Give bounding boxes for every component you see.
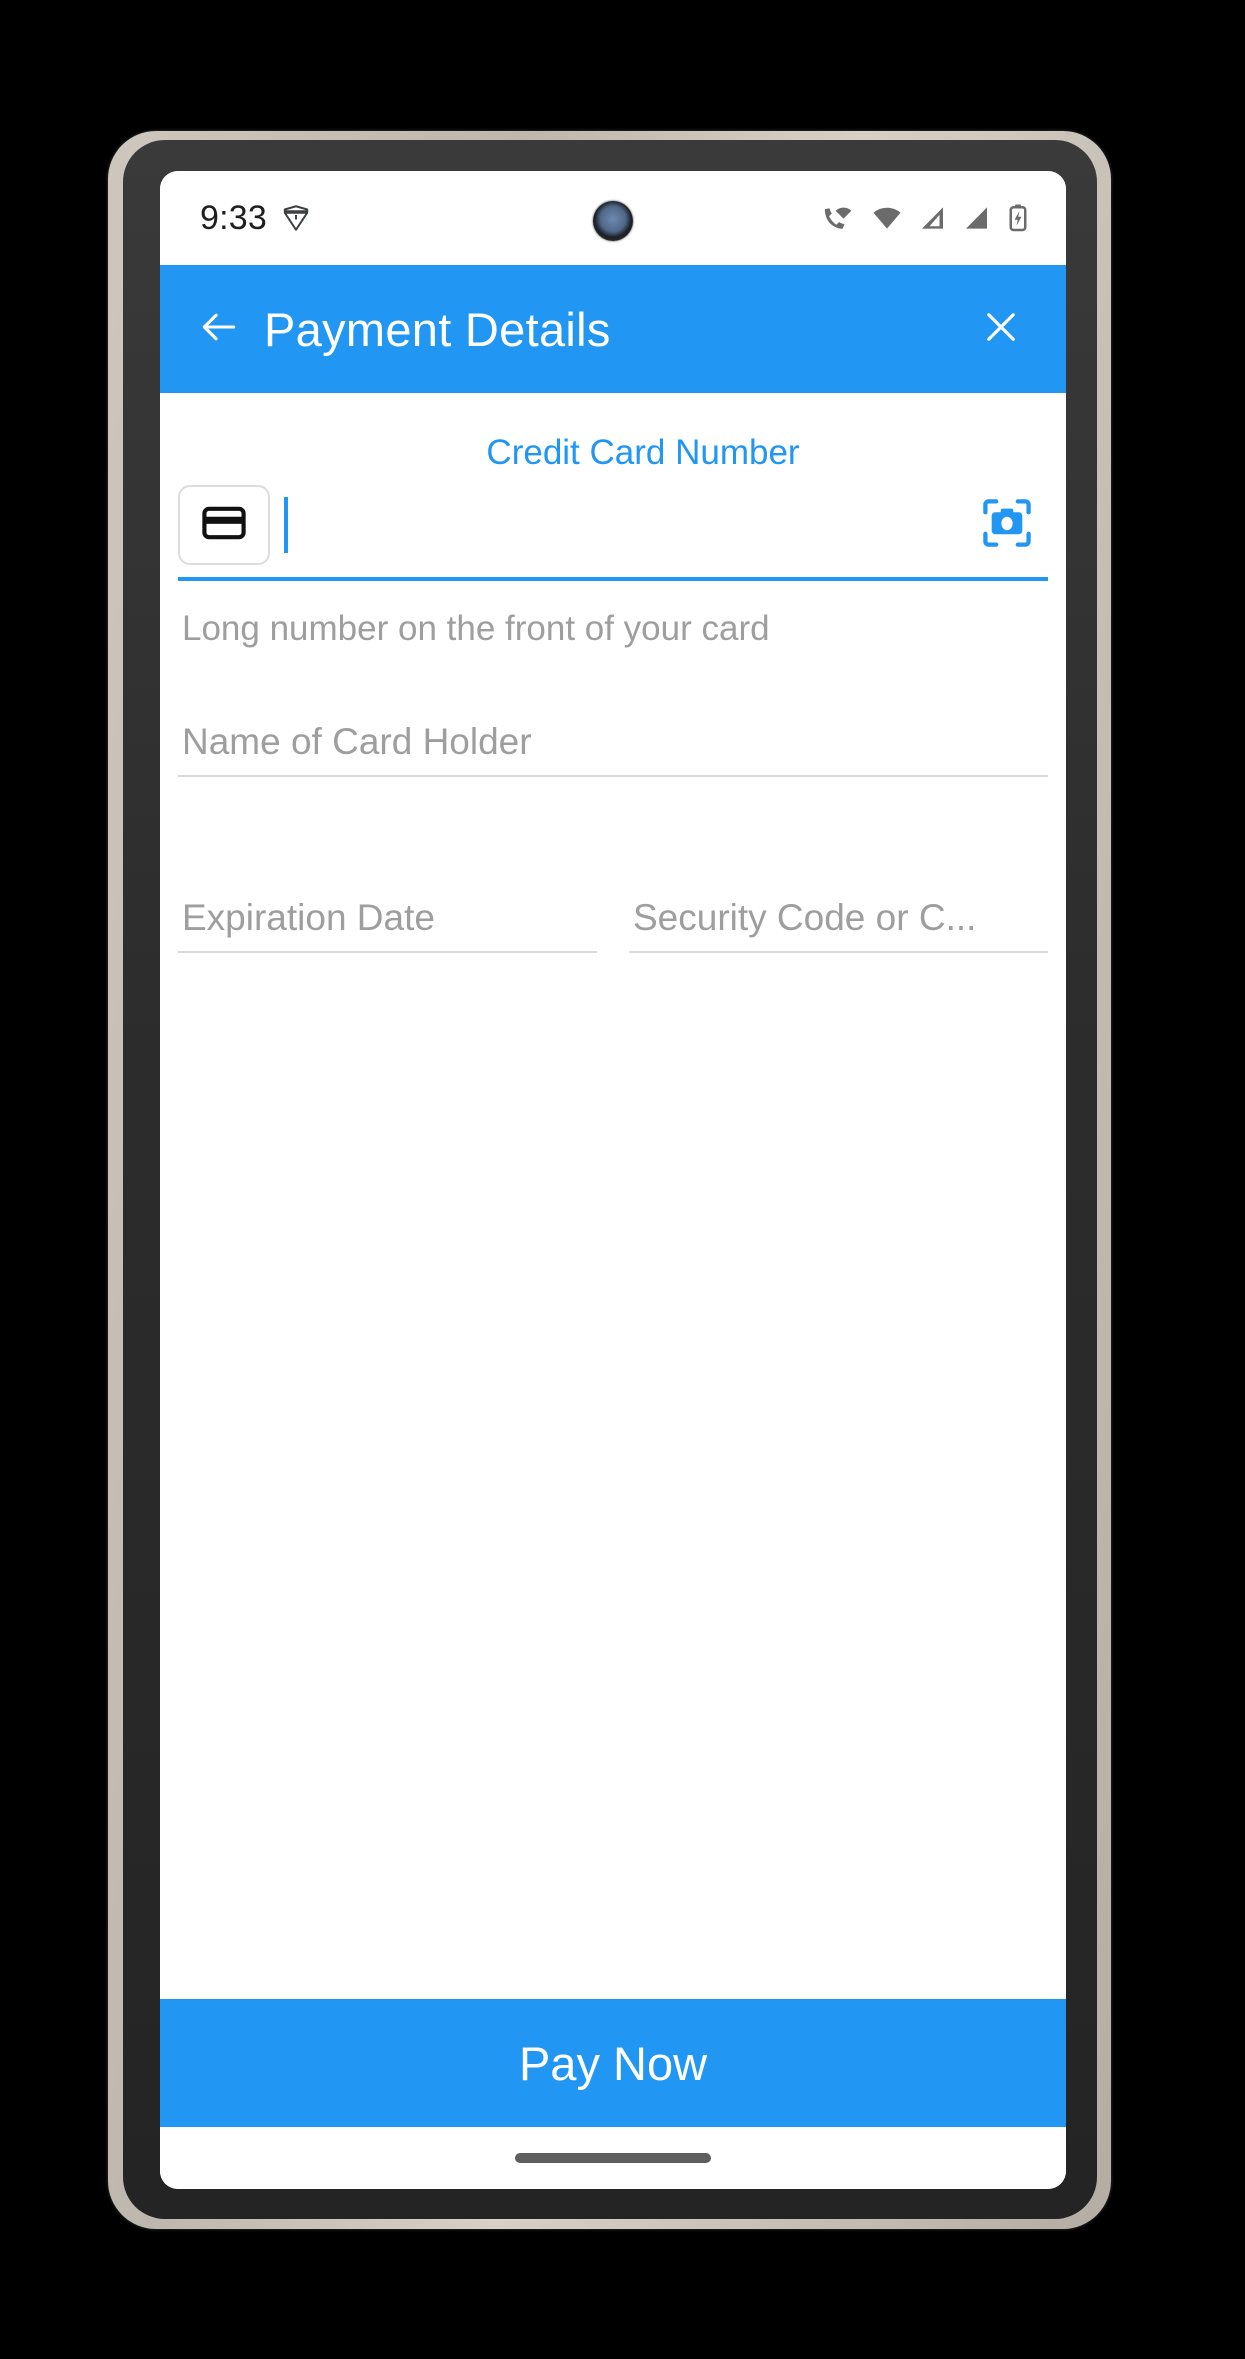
form-spacer xyxy=(160,1196,1066,1999)
expiration-date-field[interactable]: Expiration Date xyxy=(178,897,597,953)
security-code-field[interactable]: Security Code or C... xyxy=(629,897,1048,953)
page-title: Payment Details xyxy=(264,302,611,356)
payment-form: Credit Card Number Long number on the fr… xyxy=(160,393,1066,1196)
security-code-placeholder: Security Code or C... xyxy=(633,897,977,938)
pay-now-button[interactable]: Pay Now xyxy=(160,1999,1066,2127)
back-button[interactable] xyxy=(188,298,250,360)
screenshot-root: 9:33 Payment Details Credit Card Number … xyxy=(0,0,1245,2359)
battery-charging-icon xyxy=(1006,203,1030,233)
front-camera-punch-hole xyxy=(593,201,633,241)
close-button[interactable] xyxy=(970,298,1032,360)
expiration-date-placeholder: Expiration Date xyxy=(182,897,435,938)
expiry-security-row: Expiration Date Security Code or C... xyxy=(178,897,1048,953)
status-bar: 9:33 xyxy=(160,171,1066,265)
credit-card-number-label: Credit Card Number xyxy=(486,433,800,472)
close-icon xyxy=(980,306,1022,353)
signal-bars-icon xyxy=(918,203,948,233)
app-bar: Payment Details xyxy=(160,265,1066,393)
status-bar-left: 9:33 xyxy=(200,199,311,238)
card-type-indicator xyxy=(178,485,270,565)
credit-card-number-row xyxy=(178,485,1048,581)
credit-card-helper-text: Long number on the front of your card xyxy=(182,609,770,648)
home-indicator[interactable] xyxy=(515,2153,711,2163)
card-holder-placeholder: Name of Card Holder xyxy=(182,721,532,762)
signal-bars-icon xyxy=(962,203,992,233)
volte-call-wifi-icon xyxy=(822,203,856,233)
system-navigation-area xyxy=(160,2127,1066,2189)
phone-screen: 9:33 Payment Details Credit Card Number … xyxy=(160,171,1066,2189)
scan-card-button[interactable] xyxy=(972,490,1042,560)
credit-card-number-input[interactable] xyxy=(270,485,972,565)
status-bar-right xyxy=(822,203,1030,233)
card-holder-field[interactable]: Name of Card Holder xyxy=(178,721,1048,777)
credit-card-icon xyxy=(199,498,249,553)
text-caret xyxy=(284,497,288,553)
arrow-left-icon xyxy=(197,305,241,354)
shield-down-icon xyxy=(281,203,311,233)
pay-now-label: Pay Now xyxy=(518,2036,708,2090)
status-bar-clock: 9:33 xyxy=(200,198,267,237)
camera-scan-icon xyxy=(980,496,1034,555)
wifi-icon xyxy=(870,203,904,233)
